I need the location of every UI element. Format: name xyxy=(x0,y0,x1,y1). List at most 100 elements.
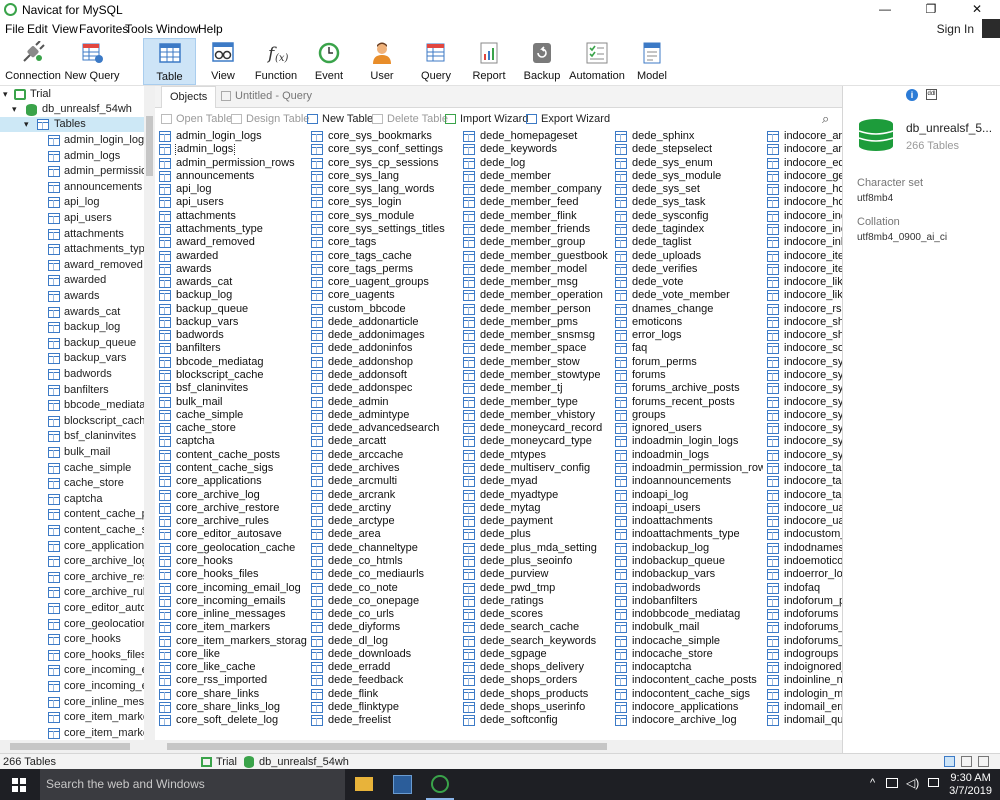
table-grid-item[interactable]: dede_myad xyxy=(463,475,611,488)
scrollbar-thumb[interactable] xyxy=(10,743,130,750)
table-grid-item[interactable]: indocore_sys_l xyxy=(767,409,842,422)
table-grid-item[interactable]: dede_sys_enum xyxy=(615,157,763,170)
table-grid-item[interactable]: indoapi_log xyxy=(615,489,763,502)
sidebar-table-item[interactable]: announcements xyxy=(0,180,154,195)
table-grid-item[interactable]: dede_co_note xyxy=(311,582,459,595)
table-grid-item[interactable]: dede_member_guestbook xyxy=(463,250,611,263)
sidebar-table-item[interactable]: api_log xyxy=(0,195,154,210)
scrollbar-thumb[interactable] xyxy=(167,743,607,750)
table-grid-item[interactable]: dede_addonshop xyxy=(311,356,459,369)
table-grid-item[interactable]: attachments xyxy=(159,210,307,223)
menu-help[interactable]: Help xyxy=(198,22,223,36)
table-grid-item[interactable]: indocore_sys_ xyxy=(767,435,842,448)
table-grid-item[interactable]: indocore_like xyxy=(767,276,842,289)
table-grid-item[interactable]: indocore_hook xyxy=(767,196,842,209)
table-grid-item[interactable]: dede_shops_userinfo xyxy=(463,701,611,714)
table-grid-item[interactable]: dede_arcmulti xyxy=(311,475,459,488)
list-view-icon[interactable] xyxy=(944,756,955,767)
tab-untitled-query[interactable]: Untitled - Query xyxy=(213,86,320,108)
sidebar-table-item[interactable]: core_geolocation_cache xyxy=(0,617,154,632)
table-grid-item[interactable]: dede_admintype xyxy=(311,409,459,422)
sidebar-table-item[interactable]: bsf_claninvites xyxy=(0,429,154,444)
close-button[interactable]: ✕ xyxy=(954,0,1000,19)
sidebar-table-item[interactable]: core_item_markers xyxy=(0,726,154,740)
table-grid-item[interactable]: error_logs xyxy=(615,329,763,342)
maximize-button[interactable]: ❐ xyxy=(908,0,954,19)
table-grid-item[interactable]: dede_feedback xyxy=(311,674,459,687)
grid-horizontal-scrollbar[interactable] xyxy=(155,740,842,753)
new-query-button[interactable]: New Query xyxy=(64,38,120,85)
table-grid-item[interactable]: core_archive_log xyxy=(159,489,307,502)
sign-in-link[interactable]: Sign In xyxy=(937,22,974,36)
table-grid-item[interactable]: dede_addonimages xyxy=(311,329,459,342)
table-grid-item[interactable]: core_soft_delete_log xyxy=(159,714,307,727)
table-grid-item[interactable]: indoadmin_login_logs xyxy=(615,435,763,448)
table-grid-item[interactable]: announcements xyxy=(159,170,307,183)
collapse-arrow-icon[interactable]: ▾ xyxy=(12,102,17,117)
scrollbar-thumb[interactable] xyxy=(146,116,153,176)
table-grid-item[interactable]: indocore_sys_l xyxy=(767,356,842,369)
table-grid-item[interactable]: dede_co_mediaurls xyxy=(311,568,459,581)
table-grid-item[interactable]: bbcode_mediatag xyxy=(159,356,307,369)
menu-file[interactable]: File xyxy=(5,22,24,36)
windows-start-icon[interactable] xyxy=(12,778,26,792)
table-grid-item[interactable]: indocore_item xyxy=(767,263,842,276)
table-grid-item[interactable]: indoerror_log xyxy=(767,568,842,581)
table-grid-item[interactable]: indocore_inco xyxy=(767,210,842,223)
report-button[interactable]: Report xyxy=(464,38,514,85)
table-grid-item[interactable]: core_rss_imported xyxy=(159,674,307,687)
table-grid-item[interactable]: indoforums_re xyxy=(767,635,842,648)
table-grid-item[interactable]: backup_log xyxy=(159,289,307,302)
table-grid-item[interactable]: indocache_store xyxy=(615,648,763,661)
user-button[interactable]: User xyxy=(356,38,408,85)
table-grid-item[interactable]: awards xyxy=(159,263,307,276)
sidebar-table-item[interactable]: admin_permission_rows xyxy=(0,164,154,179)
table-grid-item[interactable]: custom_bbcode xyxy=(311,303,459,316)
table-grid-item[interactable]: indocore_tags_ xyxy=(767,475,842,488)
sidebar-table-item[interactable]: api_users xyxy=(0,211,154,226)
backup-button[interactable]: Backup xyxy=(516,38,568,85)
sidebar-table-item[interactable]: attachments_type xyxy=(0,242,154,257)
table-grid-item[interactable]: dede_flink xyxy=(311,688,459,701)
sidebar-horizontal-scrollbar[interactable] xyxy=(0,740,155,753)
table-grid-item[interactable]: dede_moneycard_type xyxy=(463,435,611,448)
table-grid-item[interactable]: faq xyxy=(615,342,763,355)
tree-tables-node[interactable]: ▾ Tables xyxy=(0,117,154,132)
sidebar-vertical-scrollbar[interactable] xyxy=(144,86,155,740)
table-grid-item[interactable]: content_cache_posts xyxy=(159,449,307,462)
table-grid-item[interactable]: dede_arctiny xyxy=(311,502,459,515)
function-button[interactable]: f (x) Function xyxy=(250,38,302,85)
sidebar-table-item[interactable]: backup_vars xyxy=(0,351,154,366)
menu-window[interactable]: Window xyxy=(156,22,199,36)
table-grid-item[interactable]: award_removed xyxy=(159,236,307,249)
table-grid-item[interactable]: dede_log xyxy=(463,157,611,170)
table-grid-item[interactable]: indobackup_vars xyxy=(615,568,763,581)
table-grid-item[interactable]: indodnames_c xyxy=(767,542,842,555)
new-table-button[interactable]: New Table xyxy=(307,113,373,125)
table-grid-item[interactable]: dede_co_htmls xyxy=(311,555,459,568)
table-grid-item[interactable]: dede_addonarticle xyxy=(311,316,459,329)
table-grid-item[interactable]: dede_arcrank xyxy=(311,489,459,502)
table-grid-item[interactable]: dede_member_person xyxy=(463,303,611,316)
sidebar-table-item[interactable]: core_archive_restore xyxy=(0,570,154,585)
table-grid-item[interactable]: dede_purview xyxy=(463,568,611,581)
table-grid-item[interactable]: dede_member xyxy=(463,170,611,183)
export-wizard-button[interactable]: Export Wizard xyxy=(526,113,610,125)
table-grid-item[interactable]: dede_sys_module xyxy=(615,170,763,183)
table-grid-item[interactable]: core_hooks_files xyxy=(159,568,307,581)
sidebar-table-item[interactable]: awards xyxy=(0,289,154,304)
table-grid-item[interactable]: dede_keywords xyxy=(463,143,611,156)
table-grid-item[interactable]: awards_cat xyxy=(159,276,307,289)
sidebar-table-item[interactable]: core_archive_log xyxy=(0,554,154,569)
navicat-taskbar-icon[interactable] xyxy=(393,775,412,794)
open-table-button[interactable]: Open Table xyxy=(161,113,232,125)
table-grid-item[interactable]: dede_member_space xyxy=(463,342,611,355)
table-grid-item[interactable]: indocore_hook xyxy=(767,183,842,196)
table-grid-item[interactable]: dede_member_type xyxy=(463,396,611,409)
keyboard-icon[interactable] xyxy=(928,778,939,787)
table-grid-item[interactable]: dede_uploads xyxy=(615,250,763,263)
menu-view[interactable]: View xyxy=(52,22,78,36)
taskbar-clock[interactable]: 9:30 AM 3/7/2019 xyxy=(949,772,992,798)
table-grid-item[interactable]: indoforums_a xyxy=(767,621,842,634)
table-grid-item[interactable]: dede_shops_delivery xyxy=(463,661,611,674)
